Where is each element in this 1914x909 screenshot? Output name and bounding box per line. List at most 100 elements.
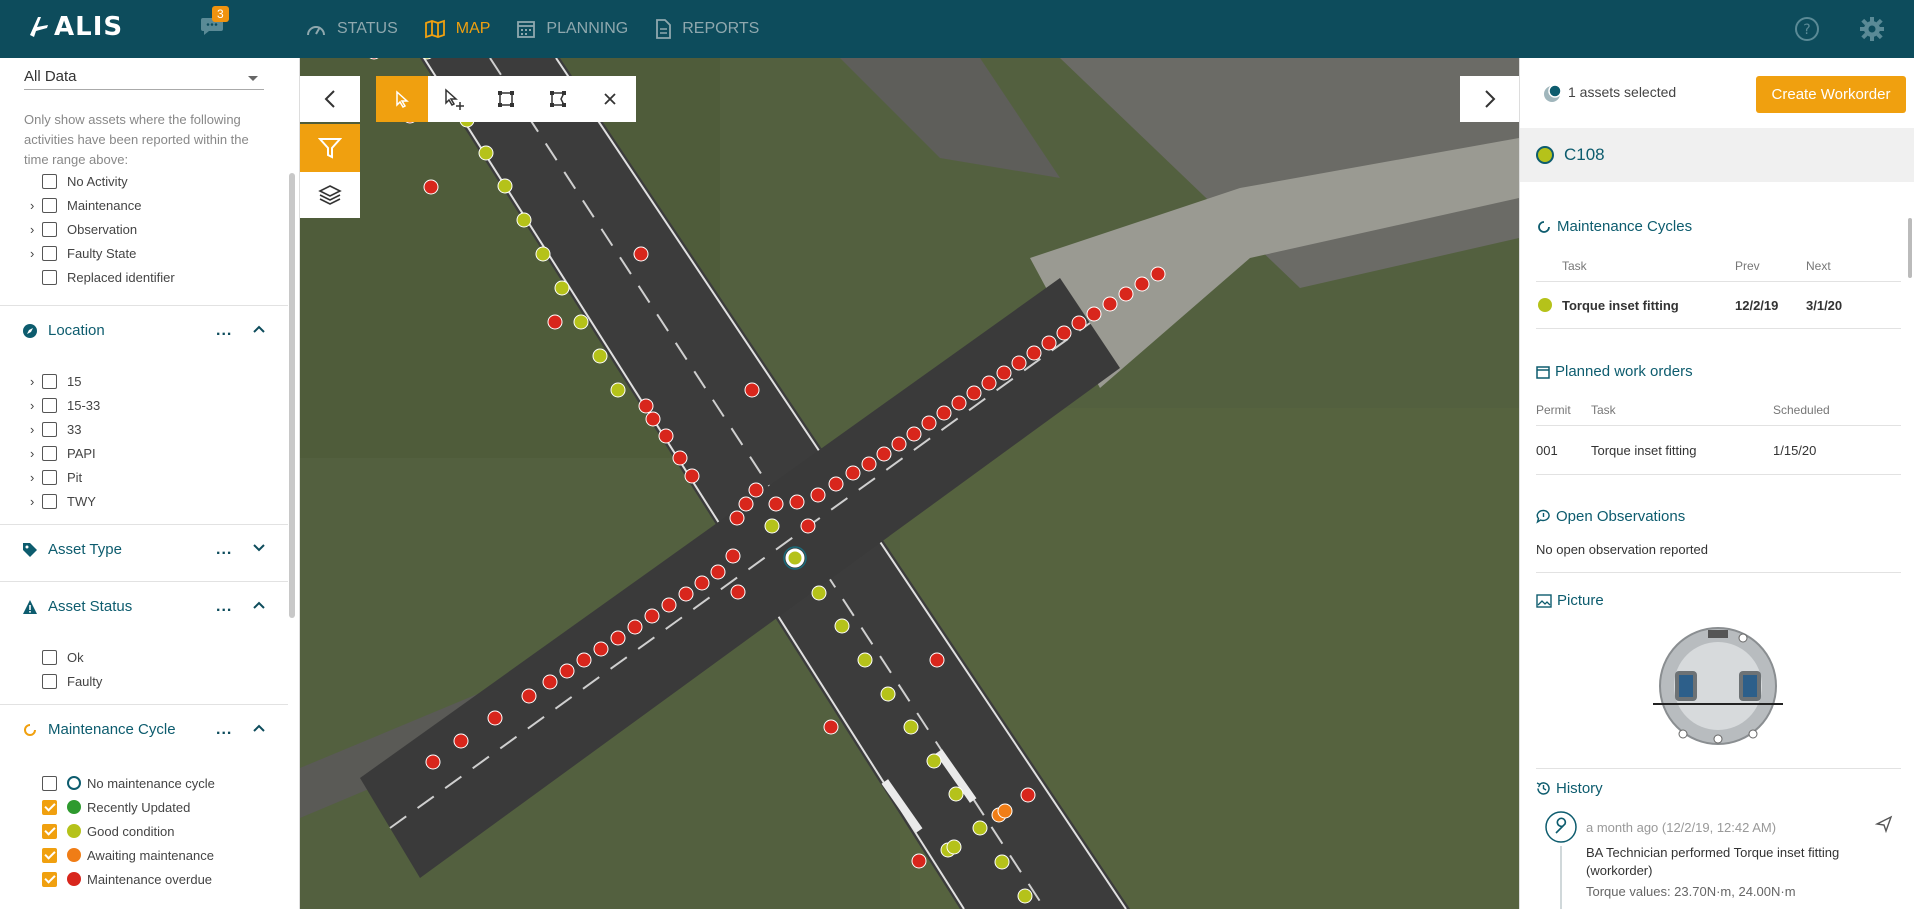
select-tool[interactable] — [376, 76, 428, 122]
chevron-down-icon[interactable] — [252, 543, 266, 553]
status-ok[interactable]: Ok — [30, 646, 84, 668]
activity-faulty-state[interactable]: › Faulty State — [30, 242, 136, 264]
box-select-tool[interactable] — [480, 76, 532, 122]
filter-button[interactable] — [300, 124, 360, 172]
send-icon[interactable] — [1875, 815, 1893, 833]
data-range-value: All Data — [24, 68, 77, 85]
wo-task: Torque inset fitting — [1591, 443, 1697, 458]
filter-icon — [318, 138, 342, 159]
nav-reports[interactable]: REPORTS — [654, 19, 759, 39]
cycle-prev: 12/2/19 — [1735, 298, 1779, 313]
collapse-left-button[interactable] — [300, 76, 360, 122]
chevron-right-icon[interactable]: › — [30, 246, 42, 261]
legend-dot-none — [67, 776, 81, 790]
chevron-right-icon[interactable]: › — [30, 374, 42, 389]
activity-no-activity[interactable]: No Activity — [30, 170, 128, 192]
checkbox[interactable] — [42, 823, 57, 839]
location-item[interactable]: › 15-33 — [30, 394, 100, 416]
location-item[interactable]: › TWY — [30, 490, 96, 512]
location-item[interactable]: › 15 — [30, 370, 81, 392]
location-item[interactable]: › Pit — [30, 466, 82, 488]
airplane-logo-icon — [30, 17, 48, 37]
checkbox[interactable] — [42, 245, 57, 261]
nav-planning[interactable]: PLANNING — [516, 19, 628, 39]
checkbox[interactable] — [42, 775, 57, 791]
activity-label: Maintenance — [67, 197, 142, 213]
header-permit: Permit — [1536, 403, 1571, 417]
wrench-icon — [1545, 811, 1577, 843]
checkbox[interactable] — [42, 397, 57, 413]
cycle-next: 3/1/20 — [1806, 298, 1843, 313]
chevron-right-icon[interactable]: › — [30, 422, 42, 437]
status-label: Ok — [67, 649, 84, 665]
checkbox[interactable] — [42, 445, 57, 461]
section-title: Picture — [1557, 592, 1604, 609]
collapse-right-button[interactable] — [1460, 76, 1519, 122]
alis-logo[interactable]: ALIS — [28, 12, 123, 42]
cycle-good-condition[interactable]: Good condition — [30, 820, 174, 842]
asset-photo[interactable] — [1653, 626, 1783, 748]
panel-scrollbar[interactable] — [1908, 218, 1912, 278]
activity-maintenance[interactable]: › Maintenance — [30, 194, 141, 216]
checkbox[interactable] — [42, 421, 57, 437]
location-item[interactable]: › 33 — [30, 418, 81, 440]
gear-icon[interactable] — [1859, 16, 1885, 42]
asset-type-section-header[interactable]: Asset Type ... — [0, 524, 288, 574]
asset-status-section-header[interactable]: Asset Status ... — [0, 581, 288, 631]
chevron-right-icon[interactable]: › — [30, 494, 42, 509]
checkbox[interactable] — [42, 493, 57, 509]
chevron-up-icon[interactable] — [252, 600, 266, 610]
nav-status[interactable]: STATUS — [305, 19, 398, 39]
sidebar-scrollbar[interactable] — [289, 173, 295, 618]
checkbox[interactable] — [42, 871, 57, 887]
more-options-button[interactable]: ... — [216, 541, 232, 559]
location-item[interactable]: › PAPI — [30, 442, 96, 464]
chevron-right-icon[interactable]: › — [30, 398, 42, 413]
messages-button[interactable]: 3 — [200, 6, 230, 44]
help-icon[interactable]: ? — [1794, 16, 1820, 42]
asset-header[interactable]: C108 — [1520, 128, 1914, 182]
cycle-awaiting[interactable]: Awaiting maintenance — [30, 844, 214, 866]
nav-map[interactable]: MAP — [424, 19, 490, 39]
checkbox[interactable] — [42, 649, 57, 665]
chevron-up-icon[interactable] — [252, 324, 266, 334]
more-options-button[interactable]: ... — [216, 721, 232, 739]
chevron-right-icon[interactable]: › — [30, 446, 42, 461]
activity-label: Replaced identifier — [67, 269, 175, 285]
map-view[interactable] — [300, 58, 1519, 909]
messages-badge: 3 — [212, 6, 229, 22]
activity-replaced-identifier[interactable]: Replaced identifier — [30, 266, 175, 288]
checkbox[interactable] — [42, 673, 57, 689]
create-workorder-button[interactable]: Create Workorder — [1756, 76, 1906, 113]
chevron-up-icon[interactable] — [252, 723, 266, 733]
add-select-tool[interactable] — [428, 76, 480, 122]
cycle-label: Recently Updated — [87, 799, 191, 815]
checkbox[interactable] — [42, 173, 57, 189]
checkbox[interactable] — [42, 469, 57, 485]
maintenance-cycle-section-header[interactable]: Maintenance Cycle ... — [0, 704, 288, 754]
status-faulty[interactable]: Faulty — [30, 670, 102, 692]
checkbox[interactable] — [42, 221, 57, 237]
checkbox[interactable] — [42, 197, 57, 213]
more-options-button[interactable]: ... — [216, 598, 232, 616]
more-options-button[interactable]: ... — [216, 322, 232, 340]
checkbox[interactable] — [42, 847, 57, 863]
asset-status-dot — [1536, 146, 1554, 164]
clear-selection-tool[interactable] — [584, 76, 636, 122]
cycle-overdue[interactable]: Maintenance overdue — [30, 868, 212, 890]
checkbox[interactable] — [42, 269, 57, 285]
cycle-recently-updated[interactable]: Recently Updated — [30, 796, 190, 818]
data-range-select[interactable]: All Data — [24, 62, 264, 90]
lasso-select-tool[interactable] — [532, 76, 584, 122]
chevron-right-icon[interactable]: › — [30, 470, 42, 485]
chevron-right-icon[interactable]: › — [30, 198, 42, 213]
compass-icon — [23, 323, 37, 338]
activity-observation[interactable]: › Observation — [30, 218, 137, 240]
checkbox[interactable] — [42, 373, 57, 389]
location-section-header[interactable]: Location ... — [0, 305, 288, 355]
layers-button[interactable] — [300, 172, 360, 218]
cycle-no-maintenance[interactable]: No maintenance cycle — [30, 772, 215, 794]
satellite-map[interactable] — [300, 58, 1519, 909]
chevron-right-icon[interactable]: › — [30, 222, 42, 237]
checkbox[interactable] — [42, 799, 57, 815]
